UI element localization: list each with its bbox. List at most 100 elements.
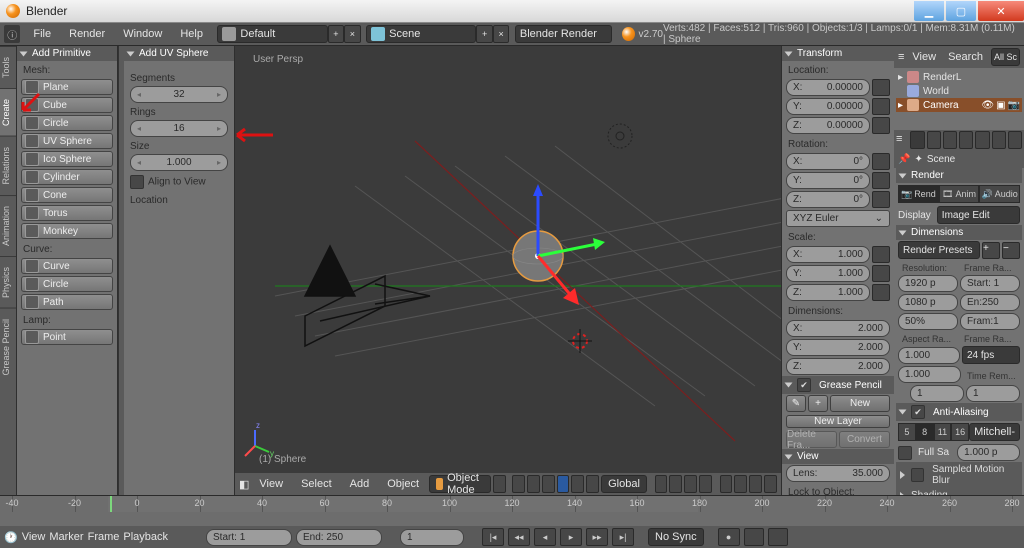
next-keyframe-button[interactable]: ▸▸ — [586, 528, 608, 546]
aa-16-button[interactable]: 16 — [951, 423, 969, 441]
time-new-input[interactable]: 1 — [966, 385, 1020, 402]
add-curve-circle-button[interactable]: Circle — [21, 276, 113, 292]
orientation-selector[interactable]: Global — [601, 475, 647, 493]
screen-layout-selector[interactable]: Default — [217, 25, 327, 43]
add-ico-sphere-button[interactable]: Ico Sphere — [21, 151, 113, 167]
aa-11-button[interactable]: 11 — [934, 423, 952, 441]
add-primitive-header[interactable]: Add Primitive — [17, 46, 117, 61]
size-input[interactable]: ◂1.000▸ — [130, 154, 228, 171]
rot-x-input[interactable]: X:0° — [786, 153, 870, 170]
time-old-input[interactable]: 1 — [910, 385, 964, 402]
editor-type-icon[interactable]: ⓘ — [4, 25, 20, 43]
scale-z-lock-icon[interactable] — [872, 284, 890, 301]
pivot-button[interactable] — [512, 475, 525, 493]
aa-section-header[interactable]: Anti-Aliasing — [896, 403, 1022, 421]
add-monkey-button[interactable]: Monkey — [21, 223, 113, 239]
manipulator-translate[interactable] — [557, 475, 570, 493]
dim-x-input[interactable]: X:2.000 — [786, 320, 890, 337]
3d-menu-view[interactable]: View — [251, 478, 291, 490]
scale-x-lock-icon[interactable] — [872, 246, 890, 263]
view-panel-header[interactable]: View — [782, 449, 894, 464]
res-y-input[interactable]: 1080 p — [898, 294, 958, 311]
outliner-editor-icon[interactable]: ≡ — [898, 51, 904, 63]
rot-x-lock-icon[interactable] — [872, 153, 890, 170]
motion-blur-header[interactable]: Sampled Motion Blur — [896, 462, 1022, 488]
loc-z-lock-icon[interactable] — [872, 117, 890, 134]
scale-y-lock-icon[interactable] — [872, 265, 890, 282]
context-object-tab[interactable] — [975, 131, 989, 149]
aa-8-button[interactable]: 8 — [916, 423, 934, 441]
rings-input[interactable]: ◂16▸ — [130, 120, 228, 137]
add-circle-button[interactable]: Circle — [21, 115, 113, 131]
context-scene-tab[interactable] — [943, 131, 957, 149]
properties-editor-icon[interactable]: ≡ — [896, 133, 908, 147]
gp-new-layer-button[interactable]: New Layer — [786, 415, 890, 428]
gp-draw-icon[interactable]: ✎ — [786, 395, 806, 412]
gp-convert-button[interactable]: Convert — [839, 431, 890, 448]
remove-layout-button[interactable]: × — [344, 25, 361, 43]
add-cylinder-button[interactable]: Cylinder — [21, 169, 113, 185]
aa-size-input[interactable]: 1.000 p — [957, 444, 1020, 461]
add-layout-button[interactable]: + — [328, 25, 345, 43]
rot-y-lock-icon[interactable] — [872, 172, 890, 189]
tab-animation[interactable]: Animation — [0, 195, 16, 256]
3d-menu-select[interactable]: Select — [293, 478, 340, 490]
jump-end-button[interactable]: ▸| — [612, 528, 634, 546]
aspect-x-input[interactable]: 1.000 — [898, 347, 960, 364]
window-maximize-button[interactable]: ▢ — [946, 1, 976, 21]
scale-x-input[interactable]: X:1.000 — [786, 246, 870, 263]
rot-z-lock-icon[interactable] — [872, 191, 890, 208]
outliner-row-world[interactable]: ▸World — [896, 84, 1022, 98]
add-cube-button[interactable]: Cube — [21, 97, 113, 113]
render-tab-render[interactable]: 📷Rend — [898, 185, 939, 203]
rot-y-input[interactable]: Y:0° — [786, 172, 870, 189]
context-renderlayers-tab[interactable] — [927, 131, 941, 149]
editor-type-3dview-icon[interactable]: ◧ — [239, 478, 249, 491]
rot-z-input[interactable]: Z:0° — [786, 191, 870, 208]
autokey-button[interactable]: ● — [718, 528, 740, 546]
tab-tools[interactable]: Tools — [0, 46, 16, 88]
context-world-tab[interactable] — [959, 131, 973, 149]
outliner-row-camera[interactable]: ▸Camera👁▣📷 — [896, 98, 1022, 112]
dimensions-section-header[interactable]: Dimensions — [896, 225, 1022, 240]
tab-grease-pencil[interactable]: Grease Pencil — [0, 308, 16, 386]
keying-set-add-icon[interactable] — [768, 528, 788, 546]
outliner-menu-search[interactable]: Search — [944, 51, 987, 63]
timeline-menu-frame[interactable]: Frame — [88, 531, 120, 543]
fps-select[interactable]: 24 fps — [962, 346, 1020, 364]
segments-input[interactable]: ◂32▸ — [130, 86, 228, 103]
3d-menu-add[interactable]: Add — [342, 478, 378, 490]
layers-button-1[interactable] — [655, 475, 668, 493]
scene-selector[interactable]: Scene — [366, 25, 476, 43]
layers-button-3[interactable] — [684, 475, 697, 493]
loc-x-input[interactable]: X:0.00000 — [786, 79, 870, 96]
manipulator-rotate[interactable] — [571, 475, 584, 493]
operator-header[interactable]: Add UV Sphere — [124, 46, 234, 61]
render-engine-selector[interactable]: Blender Render — [515, 25, 612, 43]
menu-file[interactable]: File — [24, 23, 60, 45]
render-section-header[interactable]: Render — [896, 168, 1022, 183]
timeline-menu-view[interactable]: View — [22, 531, 46, 543]
frame-step-input[interactable]: Fram:1 — [960, 313, 1020, 330]
end-frame-input[interactable]: En:250 — [960, 294, 1020, 311]
window-close-button[interactable]: ✕ — [978, 1, 1024, 21]
manipulator-scale[interactable] — [586, 475, 599, 493]
timeline-editor-icon[interactable]: 🕐 — [4, 531, 18, 544]
jump-start-button[interactable]: |◂ — [482, 528, 504, 546]
3d-cursor[interactable] — [568, 329, 592, 353]
mode-selector[interactable]: Object Mode — [429, 475, 491, 493]
remove-scene-button[interactable]: × — [493, 25, 510, 43]
tab-create[interactable]: Create — [0, 88, 16, 136]
gp-delete-button[interactable]: Delete Fra... — [786, 431, 837, 448]
scale-y-input[interactable]: Y:1.000 — [786, 265, 870, 282]
outliner-row-renderlayers[interactable]: ▸RenderL — [896, 70, 1022, 84]
add-point-lamp-button[interactable]: Point — [21, 329, 113, 345]
current-frame-field[interactable]: 1 — [400, 529, 464, 546]
add-uv-sphere-button[interactable]: UV Sphere — [21, 133, 113, 149]
snap-toggle[interactable] — [720, 475, 733, 493]
loc-z-input[interactable]: Z:0.00000 — [786, 117, 870, 134]
aspect-y-input[interactable]: 1.000 — [898, 366, 961, 383]
layers-button-4[interactable] — [699, 475, 712, 493]
camera-object[interactable] — [305, 246, 430, 346]
menu-render[interactable]: Render — [60, 23, 114, 45]
